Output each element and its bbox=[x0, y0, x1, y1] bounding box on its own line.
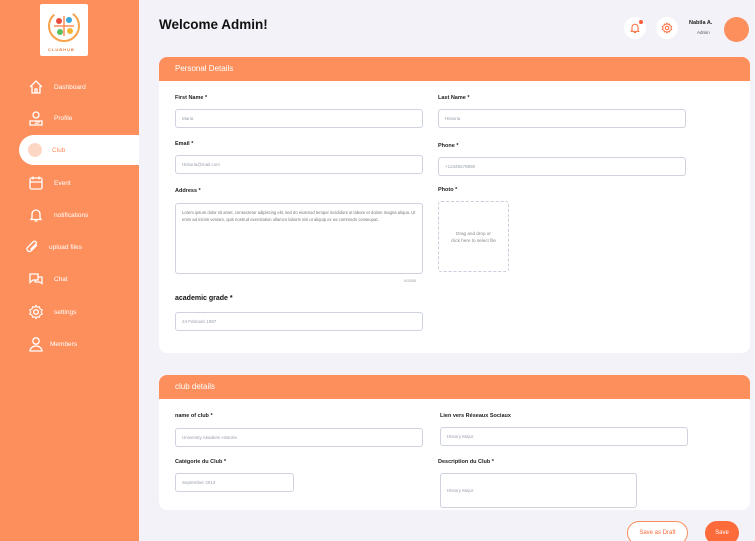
club-description-field[interactable]: History Major bbox=[440, 473, 637, 508]
paperclip-icon bbox=[24, 239, 40, 255]
social-links-field[interactable]: History Major bbox=[440, 427, 688, 446]
email-label: Email * bbox=[175, 141, 194, 147]
user-role: Admin bbox=[697, 30, 710, 35]
last-name-label: Last Name * bbox=[438, 95, 470, 101]
home-icon bbox=[28, 79, 44, 95]
club-name-label: name of club * bbox=[175, 413, 213, 419]
bell-icon bbox=[28, 207, 44, 223]
sidebar-item-event[interactable]: Event bbox=[0, 168, 139, 198]
sidebar-item-dashboard[interactable]: Dashboard bbox=[0, 72, 139, 102]
dropzone-line-1: Drag and drop or bbox=[456, 230, 491, 236]
social-links-label: Lien vers Réseaux Sociaux bbox=[440, 413, 511, 419]
personal-details-header: Personal Details bbox=[159, 57, 750, 81]
email-field[interactable]: Historia@mail.com bbox=[175, 155, 423, 174]
brand-text: CLUBHUB bbox=[48, 47, 75, 52]
sidebar-item-label: notifications bbox=[54, 211, 89, 219]
club-details-header: club details bbox=[159, 375, 750, 399]
gear-icon bbox=[28, 304, 44, 320]
club-category-label: Catégorie du Club * bbox=[175, 459, 227, 465]
page-title: Welcome Admin! bbox=[159, 17, 268, 32]
academic-grade-label: academic grade * bbox=[175, 295, 233, 302]
save-as-draft-button[interactable]: Save as Draft bbox=[627, 521, 688, 541]
chat-icon bbox=[28, 271, 44, 287]
sidebar-item-label: Event bbox=[54, 179, 71, 187]
academic-grade-field[interactable]: 24 Februari 1997 bbox=[175, 312, 423, 331]
settings-button[interactable] bbox=[656, 17, 678, 39]
sidebar-item-label: Club bbox=[52, 146, 66, 154]
sidebar-item-members[interactable]: Members bbox=[0, 329, 139, 359]
section-title: Personal Details bbox=[175, 64, 234, 73]
avatar[interactable] bbox=[724, 17, 749, 42]
phone-label: Phone * bbox=[438, 143, 459, 149]
sidebar-item-label: Members bbox=[50, 340, 78, 348]
sidebar-item-label: Chat bbox=[54, 275, 68, 283]
photo-dropzone[interactable]: Drag and drop or click here to select fi… bbox=[438, 201, 509, 272]
sidebar-item-club[interactable]: Club bbox=[19, 135, 139, 165]
user-icon bbox=[28, 336, 44, 352]
sidebar-item-profile[interactable]: Profile bbox=[0, 103, 139, 133]
sidebar-item-upload-files[interactable]: upload files bbox=[0, 232, 139, 262]
sidebar-item-label: Dashboard bbox=[54, 83, 86, 91]
club-description-label: Description du Club * bbox=[438, 459, 494, 465]
profile-icon bbox=[28, 110, 44, 126]
gear-icon bbox=[661, 22, 673, 34]
notifications-button[interactable] bbox=[624, 17, 646, 39]
sidebar-item-label: upload files bbox=[49, 243, 82, 251]
notification-badge bbox=[639, 20, 643, 24]
sidebar-item-chat[interactable]: Chat bbox=[0, 264, 139, 294]
photo-label: Photo * bbox=[438, 187, 458, 193]
calendar-icon bbox=[28, 175, 44, 191]
club-category-field[interactable]: September 2013 bbox=[175, 473, 294, 492]
address-char-counter: 0/2000 bbox=[404, 278, 417, 283]
dropzone-line-2: click here to select file bbox=[451, 237, 496, 243]
personal-details-card: Personal Details First Name * Maria Last… bbox=[159, 57, 750, 353]
sidebar: CLUBHUB Dashboard Profile Club Event not… bbox=[0, 0, 139, 541]
sidebar-item-notifications[interactable]: notifications bbox=[0, 200, 139, 230]
first-name-label: First Name * bbox=[175, 95, 208, 101]
section-title: club details bbox=[175, 382, 216, 391]
dropzone-text: Drag and drop or click here to select fi… bbox=[451, 230, 496, 244]
club-details-card: club details name of club * University A… bbox=[159, 375, 750, 510]
club-name-field[interactable]: University Akademi Historia bbox=[175, 428, 423, 447]
user-name: Nabila A. bbox=[689, 20, 713, 26]
club-icon bbox=[27, 142, 43, 158]
save-button[interactable]: Save bbox=[705, 521, 739, 541]
address-label: Address * bbox=[175, 188, 201, 194]
sidebar-item-label: Profile bbox=[54, 114, 73, 122]
sidebar-item-label: settings bbox=[54, 308, 77, 316]
sidebar-item-settings[interactable]: settings bbox=[0, 297, 139, 327]
first-name-field[interactable]: Maria bbox=[175, 109, 423, 128]
phone-field[interactable]: +12345678890 bbox=[438, 157, 686, 176]
address-textarea[interactable]: Lorem ipsum dolor sit amet, consectetur … bbox=[175, 203, 423, 274]
last-name-field[interactable]: Historia bbox=[438, 109, 686, 128]
